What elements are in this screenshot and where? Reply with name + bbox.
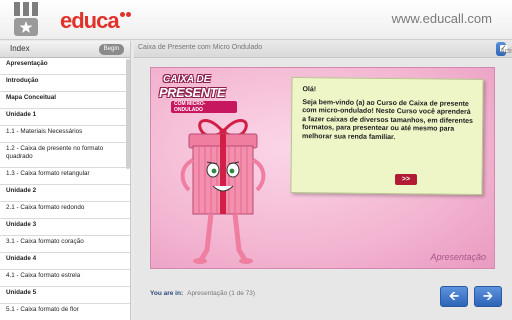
- slide-next-button[interactable]: >>: [395, 174, 417, 185]
- index-subsection-item[interactable]: 1.1 - Materiais Necessários: [0, 126, 130, 143]
- gift-box-character-illustration: [180, 119, 266, 264]
- next-button[interactable]: 🡪: [474, 286, 502, 307]
- activities-label: Activities: [500, 48, 512, 55]
- footer-bar: You are in: Apresentação (1 de 73) 🡨 🡪: [134, 277, 512, 320]
- course-title: Caixa de Presente com Micro Ondulado: [138, 44, 263, 51]
- index-subsection-item[interactable]: 5.1 - Caixa formato de flor: [0, 304, 130, 320]
- sidebar-scrollbar[interactable]: [126, 59, 130, 169]
- index-subsection-item[interactable]: 3.1 - Caixa formato coração: [0, 236, 130, 253]
- course-brand-logo: CAIXA DE PRESENTE COM MICRO-ONDULADO: [159, 74, 237, 113]
- note-greeting: Olá!: [302, 86, 317, 94]
- arrow-right-icon: 🡪: [483, 289, 493, 303]
- index-section-item[interactable]: Apresentação: [0, 58, 130, 75]
- previous-button[interactable]: 🡨: [440, 286, 468, 307]
- welcome-note: Olá! Seja bem-vindo (a) ao Curso de Caix…: [290, 76, 484, 196]
- site-url: www.educall.com: [391, 11, 492, 26]
- sidebar-header: Index Begin: [0, 41, 130, 58]
- index-section-item[interactable]: Introdução: [0, 75, 130, 92]
- index-section-item[interactable]: Mapa Conceitual: [0, 92, 130, 109]
- logo-wordmark: educa: [60, 8, 131, 34]
- brand-line-2: PRESENTE: [159, 85, 226, 100]
- index-section-item[interactable]: Unidade 5: [0, 287, 130, 304]
- location-indicator: You are in: Apresentação (1 de 73): [150, 290, 255, 297]
- index-section-item[interactable]: Unidade 2: [0, 185, 130, 202]
- slide-caption: Apresentação: [430, 252, 486, 262]
- index-subsection-item[interactable]: 4.1 - Caixa formato estrela: [0, 270, 130, 287]
- location-label: You are in:: [150, 290, 184, 297]
- content-title-bar: Caixa de Presente com Micro Ondulado ✓ Ac…: [134, 41, 512, 58]
- slide-panel: CAIXA DE PRESENTE COM MICRO-ONDULADO Olá…: [150, 67, 495, 269]
- note-body-text: Seja bem-vindo (a) ao Curso de Caixa de …: [301, 99, 474, 141]
- sidebar-title: Index: [10, 44, 30, 53]
- index-section-item[interactable]: Unidade 1: [0, 109, 130, 126]
- app-header: educa www.educall.com: [0, 0, 512, 40]
- index-sidebar: Index Begin Apresentação Introdução Mapa C…: [0, 41, 131, 320]
- activities-button[interactable]: ✓Activities: [496, 42, 512, 56]
- arrow-left-icon: 🡨: [449, 289, 459, 303]
- index-list: Apresentação Introdução Mapa Conceitual Uni…: [0, 58, 130, 320]
- location-value: Apresentação (1 de 73): [187, 290, 256, 297]
- index-subsection-item[interactable]: 1.3 - Caixa formato retangular: [0, 168, 130, 185]
- index-subsection-item[interactable]: 2.1 - Caixa formato redondo: [0, 202, 130, 219]
- educall-logo-icon: [14, 2, 38, 36]
- index-section-item[interactable]: Unidade 4: [0, 253, 130, 270]
- slide-area: CAIXA DE PRESENTE COM MICRO-ONDULADO Olá…: [134, 59, 512, 277]
- index-subsection-item[interactable]: 1.2 - Caixa de presente no formato quadr…: [0, 143, 130, 168]
- index-section-item[interactable]: Unidade 3: [0, 219, 130, 236]
- begin-button[interactable]: Begin: [98, 44, 124, 55]
- brand-line-1: CAIXA DE: [163, 74, 211, 85]
